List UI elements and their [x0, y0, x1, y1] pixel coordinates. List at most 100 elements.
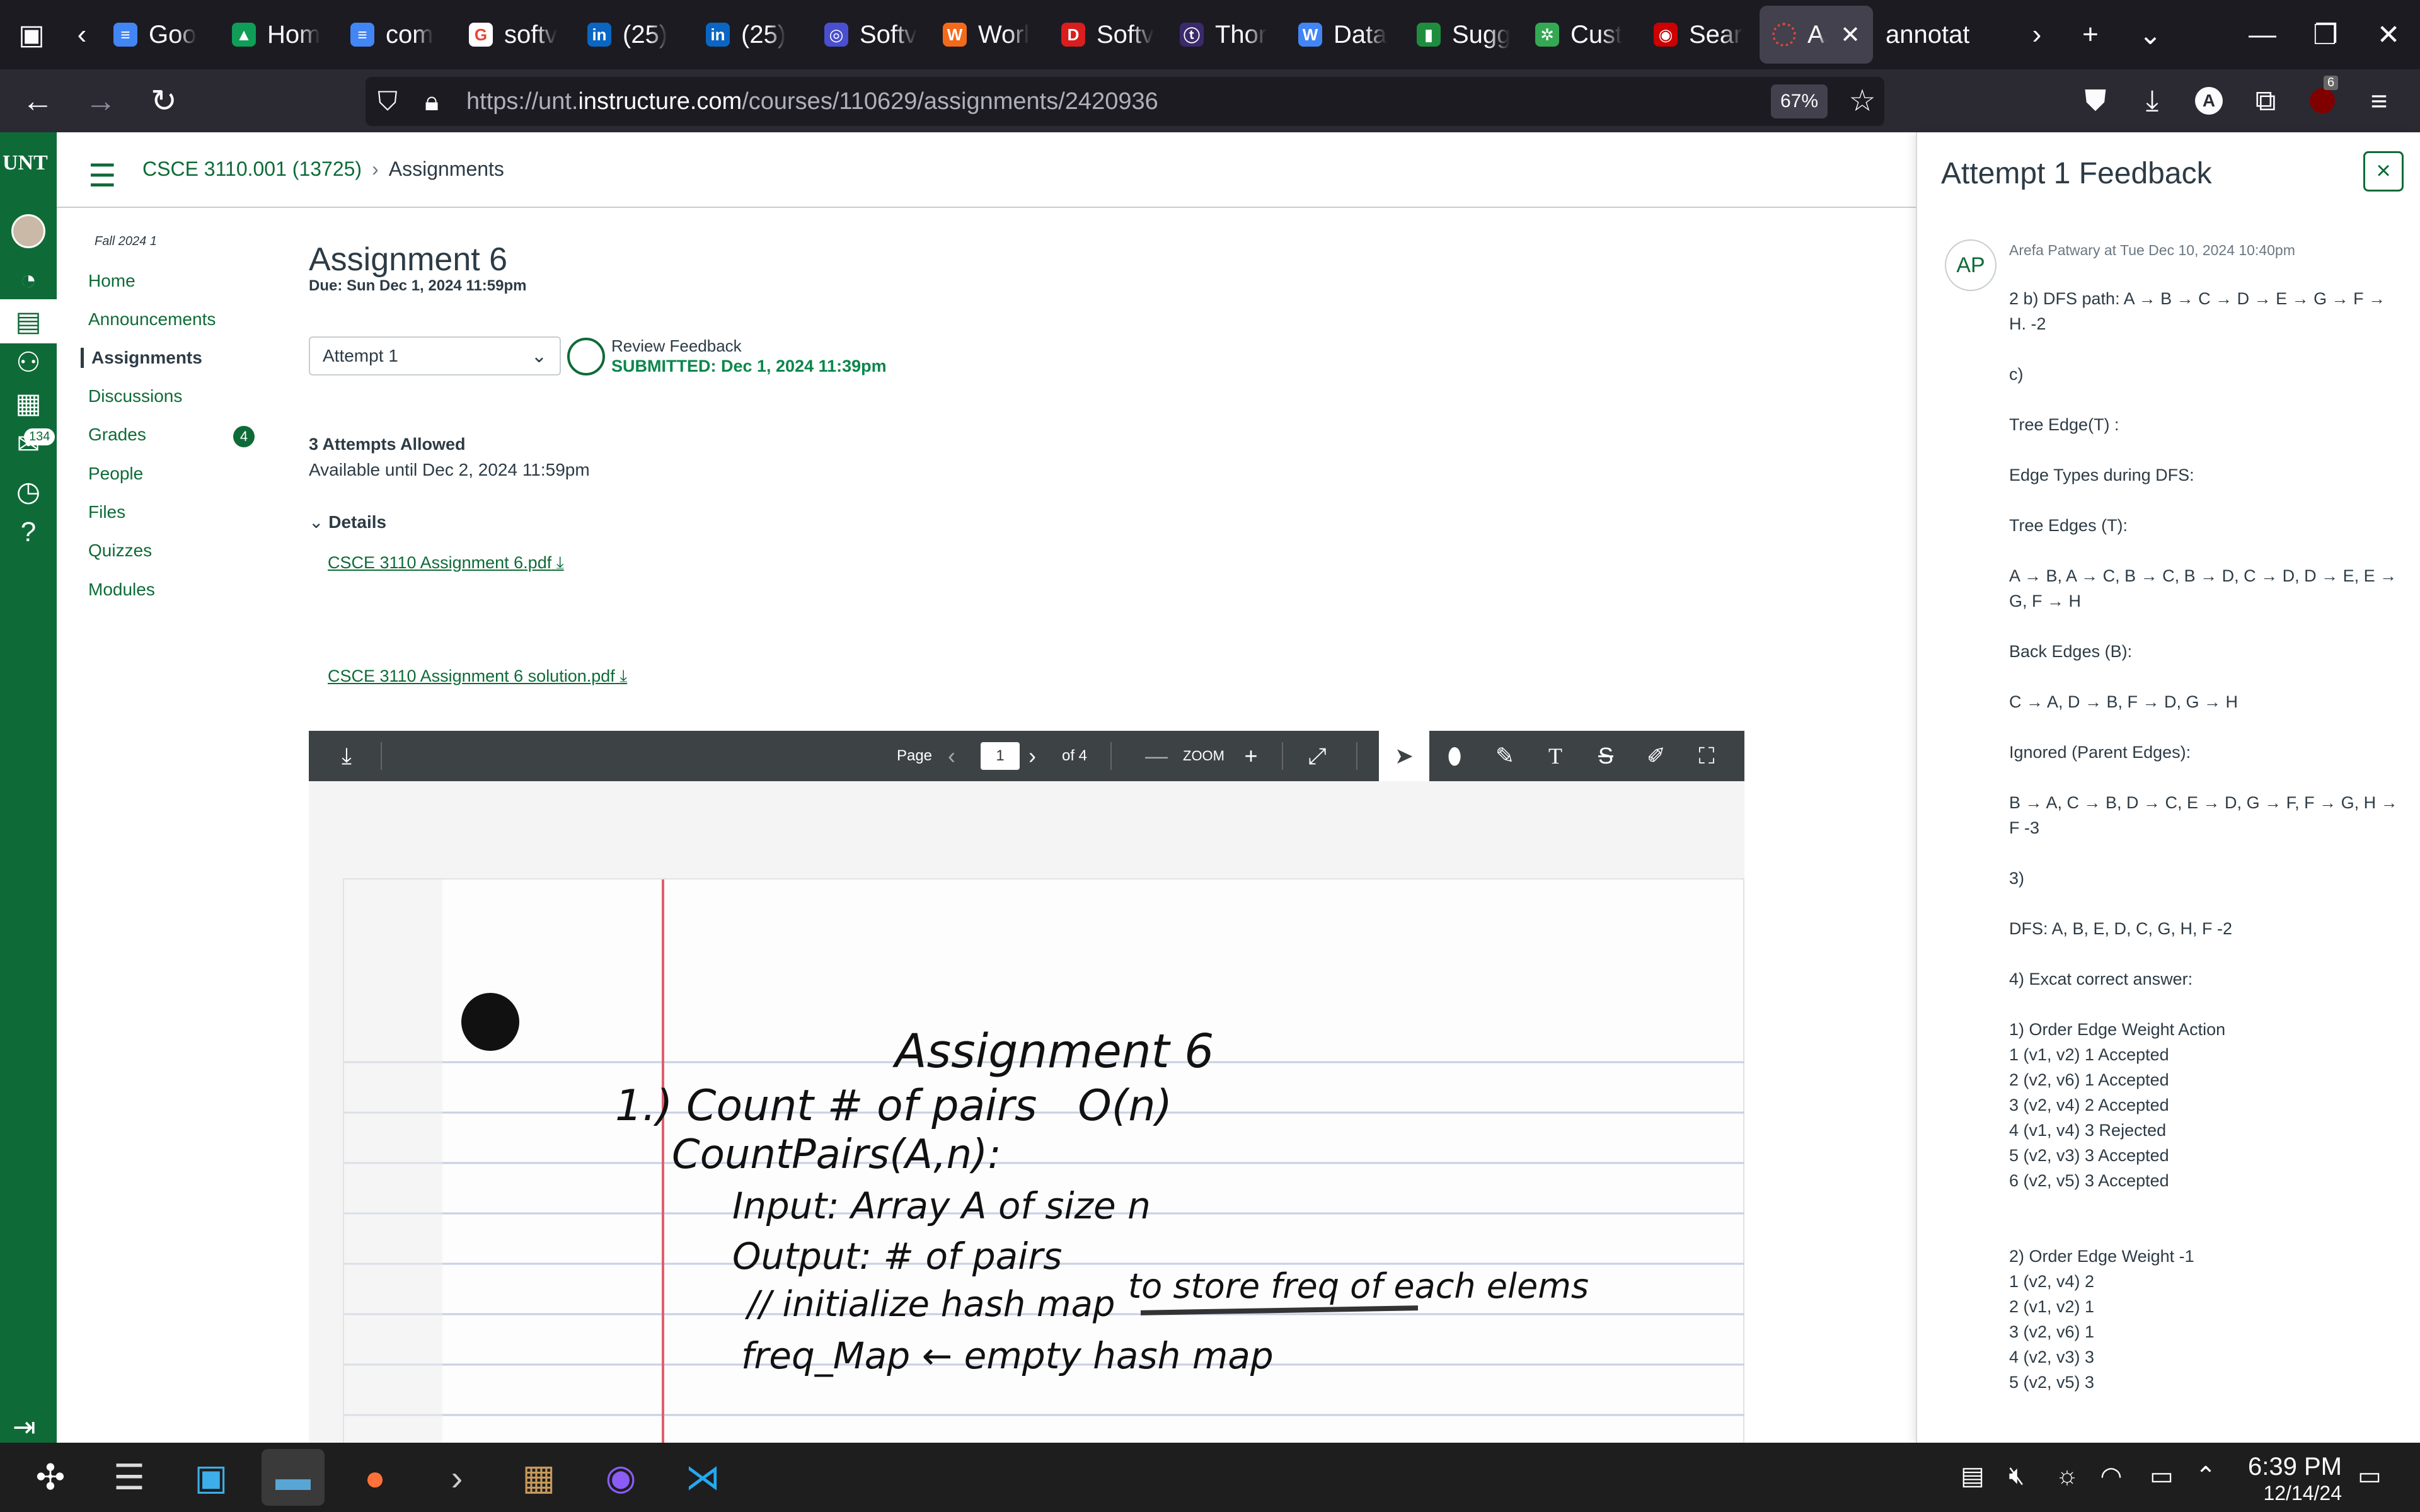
breadcrumb-course-link[interactable]: CSCE 3110.001 (13725) [142, 158, 362, 181]
show-desktop-icon[interactable]: ▭ [2351, 1462, 2388, 1491]
extensions-icon[interactable]: ⧉ [2237, 76, 2294, 126]
course-nav-files[interactable]: Files [88, 502, 125, 522]
pdf-highlight-icon[interactable]: ✎ [1480, 731, 1530, 781]
pdf-text-icon[interactable]: T [1530, 731, 1581, 781]
close-tab-icon[interactable]: ✕ [1840, 21, 1860, 49]
tab-0[interactable]: ≡ Goo [101, 6, 219, 64]
tab-4[interactable]: in (25) [575, 6, 693, 64]
history-icon[interactable]: ◷ [0, 469, 57, 513]
list-all-tabs-icon[interactable]: ⌄ [2119, 0, 2182, 69]
tray-expand-icon[interactable]: ⌃ [2187, 1462, 2225, 1491]
firefox-icon[interactable]: ● [343, 1449, 406, 1506]
pdf-zoom-out-icon[interactable]: — [1141, 731, 1172, 781]
calendar-icon[interactable]: ▦ [0, 381, 57, 425]
pocket-icon[interactable]: ⛊ [2067, 76, 2124, 126]
course-nav-announcements[interactable]: Announcements [88, 309, 216, 329]
downloads-icon[interactable]: ⤓ [2124, 76, 2181, 126]
pdf-fullscreen-icon[interactable]: ⤢ [1298, 731, 1336, 781]
tab-9[interactable]: ⓣ Thor [1167, 6, 1286, 64]
tab-13[interactable]: ◉ Sear [1641, 6, 1760, 64]
minimize-window-icon[interactable]: — [2231, 0, 2294, 69]
tab-3[interactable]: Gsoftv [456, 6, 575, 64]
bookmark-star-icon[interactable]: ☆ [1840, 81, 1884, 122]
settings-app-icon[interactable]: ☰ [98, 1449, 161, 1506]
pdf-strikeout-icon[interactable]: S [1581, 731, 1631, 781]
course-nav-grades[interactable]: Grades [88, 425, 146, 445]
terminal-icon[interactable]: › [425, 1449, 488, 1506]
tab-5[interactable]: in (25) [693, 6, 812, 64]
pdf-zoom-in-icon[interactable]: + [1235, 731, 1267, 781]
unt-logo[interactable]: UNT [3, 151, 48, 175]
discover-store-icon[interactable]: ▣ [180, 1449, 243, 1506]
pdf-page-input[interactable]: 1 [981, 742, 1020, 770]
tab-8[interactable]: D Softv [1049, 6, 1167, 64]
close-feedback-button[interactable]: × [2363, 151, 2404, 192]
collapse-nav-icon[interactable]: ⇥ [13, 1411, 36, 1443]
course-menu-icon[interactable]: ☰ [88, 158, 117, 194]
help-icon[interactable]: ? [0, 510, 57, 554]
course-nav-discussions[interactable]: Discussions [88, 386, 182, 406]
restore-window-icon[interactable]: ❐ [2294, 0, 2357, 69]
new-tab-icon[interactable]: + [2062, 0, 2119, 69]
pdf-point-annotation-icon[interactable]: ⬮ [1429, 731, 1480, 781]
course-nav-assignments[interactable]: Assignments [81, 348, 202, 368]
app-menu-icon[interactable]: ≡ [2351, 76, 2407, 126]
course-nav-quizzes[interactable]: Quizzes [88, 541, 152, 561]
course-nav-modules[interactable]: Modules [88, 580, 155, 600]
reload-icon[interactable]: ↻ [132, 69, 195, 132]
review-feedback-link[interactable]: Review Feedback [611, 336, 742, 356]
vscode-icon[interactable]: ⋊ [671, 1449, 734, 1506]
pdf-viewport[interactable]: Assignment 6 1.) Count # of pairs O(n) C… [309, 781, 1744, 1443]
course-nav-people[interactable]: People [88, 464, 143, 484]
pdf-select-tool-icon[interactable]: ➤ [1379, 731, 1429, 781]
file-manager-icon[interactable]: ▬ [262, 1449, 325, 1506]
tab-10[interactable]: W Data [1286, 6, 1404, 64]
pdf-draw-icon[interactable]: ✐ [1631, 731, 1681, 781]
tab-6[interactable]: ◎ Softv [812, 6, 930, 64]
tabs-scroll-left-icon[interactable]: ‹ [63, 0, 101, 69]
lock-icon[interactable]: 🔒︎ [410, 86, 454, 117]
url-bar[interactable]: ⛉ 🔒︎ https://unt.instructure.com/courses… [366, 77, 1884, 126]
courses-icon[interactable]: ▤ [0, 299, 57, 343]
pdf-download-icon[interactable]: ⤓ [328, 731, 366, 781]
account-avatar[interactable] [11, 214, 45, 248]
firefox-view-icon[interactable]: ▣ [0, 0, 63, 69]
tab-active[interactable]: As ✕ [1760, 6, 1873, 64]
pdf-next-page-icon[interactable]: › [1020, 731, 1045, 781]
volume-muted-icon[interactable]: 🔇︎ [1998, 1462, 2036, 1490]
app-launcher-icon[interactable]: ✣ [19, 1449, 82, 1506]
dashboard-icon[interactable]: ◔ [0, 258, 57, 302]
battery-icon[interactable]: ▭ [2143, 1462, 2181, 1491]
github-desktop-icon[interactable]: ◉ [589, 1449, 652, 1506]
pdf-prev-page-icon[interactable]: ‹ [939, 731, 964, 781]
tab-annotat[interactable]: annotat [1873, 6, 2012, 64]
tab-1[interactable]: ▲ Hom [219, 6, 338, 64]
file-link-solution[interactable]: CSCE 3110 Assignment 6 solution.pdf ⤓ [328, 667, 627, 687]
archive-app-icon[interactable]: ▦ [507, 1449, 570, 1506]
close-window-icon[interactable]: ✕ [2357, 0, 2420, 69]
forward-icon[interactable]: → [69, 69, 132, 132]
url-text[interactable]: https://unt.instructure.com/courses/1106… [466, 88, 1158, 115]
zoom-level-badge[interactable]: 67% [1771, 84, 1828, 118]
clock-time[interactable]: 6:39 PM [2235, 1453, 2342, 1481]
clock-date[interactable]: 12/14/24 [2235, 1482, 2342, 1505]
tabs-scroll-right-icon[interactable]: › [2012, 0, 2062, 69]
ublock-icon[interactable]: 6 [2294, 76, 2351, 126]
groups-icon[interactable]: ⚇ [0, 340, 57, 384]
review-feedback-icon[interactable] [567, 338, 605, 375]
file-link-assignment[interactable]: CSCE 3110 Assignment 6.pdf ⤓ [328, 553, 564, 573]
tracking-protection-icon[interactable]: ⛉ [366, 86, 410, 117]
brightness-icon[interactable]: ☼ [2048, 1462, 2086, 1490]
back-icon[interactable]: ← [6, 69, 69, 132]
tab-7[interactable]: W Worl [930, 6, 1049, 64]
tab-12[interactable]: ✲ Cust [1523, 6, 1641, 64]
tab-11[interactable]: ▮ Sugg [1404, 6, 1523, 64]
account-icon[interactable]: A [2181, 76, 2237, 126]
wifi-icon[interactable]: ◠ [2092, 1462, 2130, 1491]
clipboard-icon[interactable]: ▤ [1954, 1462, 1991, 1491]
tab-2[interactable]: ≡ com [338, 6, 456, 64]
attempt-select[interactable]: Attempt 1 ⌄ [309, 336, 561, 375]
course-nav-home[interactable]: Home [88, 271, 135, 291]
pdf-area-icon[interactable]: ⛶ [1681, 731, 1732, 781]
details-toggle[interactable]: ⌄ Details [309, 512, 386, 532]
